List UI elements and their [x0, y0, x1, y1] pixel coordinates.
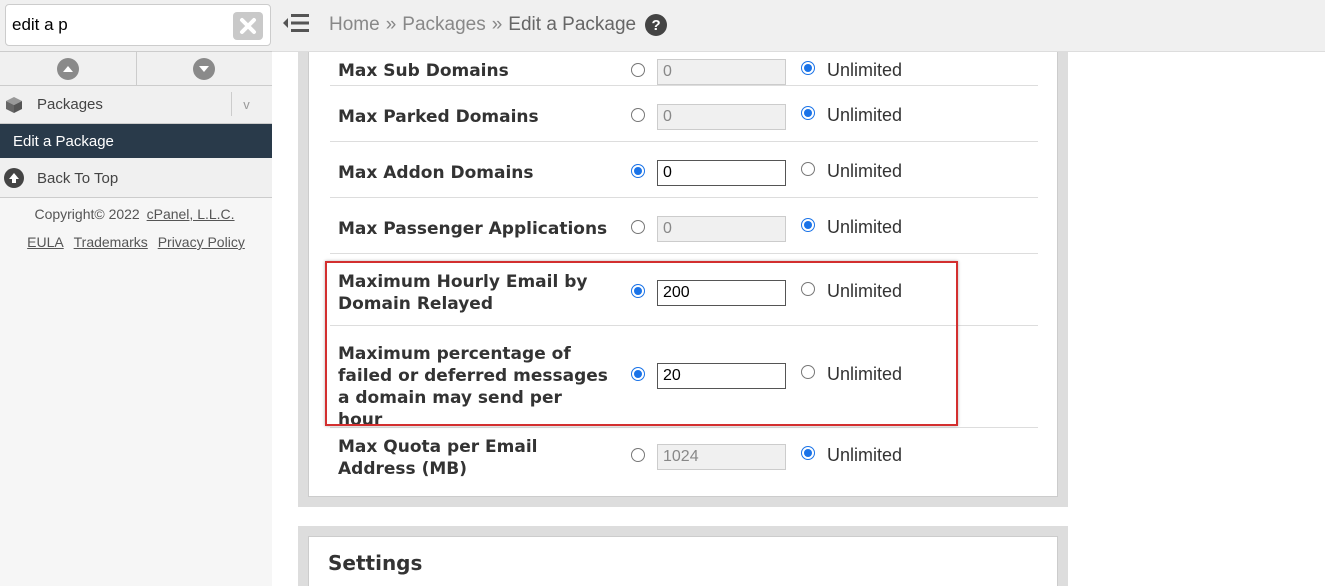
breadcrumb-separator: » — [385, 14, 397, 35]
sidebar-item-edit-package[interactable]: Edit a Package — [0, 124, 272, 158]
value-radio[interactable] — [631, 448, 645, 462]
close-icon — [240, 18, 256, 34]
value-radio[interactable] — [631, 367, 645, 381]
resource-row: Max Sub Domains 0 Unlimited — [330, 52, 1038, 86]
resource-row: Maximum percentage of failed or deferred… — [330, 326, 1038, 430]
breadcrumb: Home » Packages » Edit a Package ? — [329, 14, 668, 36]
help-icon[interactable]: ? — [645, 14, 668, 36]
resource-label: Max Quota per Email Address (MB) — [338, 437, 538, 479]
breadcrumb-packages[interactable]: Packages — [402, 14, 485, 36]
search-bar — [0, 0, 272, 52]
resource-label: Max Addon Domains — [338, 163, 534, 183]
settings-panel: Settings — [308, 536, 1058, 586]
search-input[interactable] — [5, 4, 271, 46]
unlimited-label: Unlimited — [827, 445, 903, 465]
cpanel-link[interactable]: cPanel, L.L.C. — [147, 206, 235, 222]
page-title: Edit a Package — [508, 14, 637, 35]
breadcrumb-home[interactable]: Home — [329, 14, 380, 36]
clear-search-button[interactable] — [233, 12, 263, 40]
breadcrumb-separator: » — [491, 14, 503, 35]
value-input[interactable]: 0 — [657, 104, 786, 130]
resource-label: Max Parked Domains — [338, 107, 539, 127]
unlimited-label: Unlimited — [827, 161, 903, 181]
value-radio[interactable] — [631, 164, 645, 178]
value-radio[interactable] — [631, 108, 645, 122]
privacy-policy-link[interactable]: Privacy Policy — [158, 234, 245, 250]
unlimited-label: Unlimited — [827, 60, 903, 80]
resource-label: Max Sub Domains — [338, 61, 509, 81]
unlimited-radio[interactable] — [801, 365, 815, 379]
resource-row: Maximum Hourly Email by Domain Relayed 20… — [330, 254, 1038, 326]
resource-row: Max Passenger Applications 0 Unlimited — [330, 198, 1038, 254]
chevron-up-icon — [56, 57, 79, 80]
menu-collapse-icon[interactable] — [282, 11, 310, 35]
unlimited-radio[interactable] — [801, 218, 815, 232]
top-bar: Home » Packages » Edit a Package ? — [272, 0, 1325, 52]
value-input[interactable]: 0 — [657, 216, 786, 242]
chevron-down-icon[interactable]: v — [231, 92, 261, 116]
resource-row: Max Quota per Email Address (MB) 1024 Unli… — [330, 428, 1038, 484]
trademarks-link[interactable]: Trademarks — [74, 234, 148, 250]
unlimited-radio[interactable] — [801, 61, 815, 75]
sidebar-item-packages[interactable]: Packages v — [0, 86, 272, 124]
back-to-top-link[interactable]: Back To Top — [0, 158, 272, 198]
chevron-down-icon — [193, 57, 216, 80]
unlimited-label: Unlimited — [827, 281, 903, 301]
value-radio[interactable] — [631, 63, 645, 77]
unlimited-radio[interactable] — [801, 446, 815, 460]
arrow-up-icon — [4, 168, 24, 188]
back-to-top-label: Back To Top — [37, 170, 119, 187]
scroll-up-button[interactable] — [0, 52, 137, 85]
package-icon — [6, 97, 22, 113]
unlimited-label: Unlimited — [827, 217, 903, 237]
nav-arrows — [0, 52, 272, 86]
value-input[interactable]: 0 — [657, 59, 786, 85]
value-radio[interactable] — [631, 220, 645, 234]
value-input[interactable]: 0 — [657, 160, 786, 186]
eula-link[interactable]: EULA — [27, 234, 64, 250]
sidebar: Packages v Edit a Package Back To Top Co… — [0, 0, 272, 586]
value-input[interactable]: 1024 — [657, 444, 786, 470]
resource-row: Max Parked Domains 0 Unlimited — [330, 86, 1038, 142]
unlimited-label: Unlimited — [827, 105, 903, 125]
resource-row: Max Addon Domains 0 Unlimited — [330, 142, 1038, 198]
resource-label: Max Passenger Applications — [338, 219, 608, 239]
unlimited-radio[interactable] — [801, 162, 815, 176]
unlimited-radio[interactable] — [801, 282, 815, 296]
sidebar-item-label: Packages — [37, 96, 103, 113]
unlimited-radio[interactable] — [801, 106, 815, 120]
settings-heading: Settings — [328, 551, 423, 575]
copyright: Copyright© 2022 cPanel, L.L.C. — [34, 206, 235, 222]
resource-label: Maximum percentage of failed or deferred… — [338, 344, 608, 430]
footer-links: EULA Trademarks Privacy Policy — [0, 234, 272, 250]
value-input[interactable]: 20 — [657, 363, 786, 389]
sidebar-item-label: Edit a Package — [13, 132, 114, 150]
scroll-down-button[interactable] — [136, 52, 272, 85]
unlimited-label: Unlimited — [827, 364, 903, 384]
value-input[interactable]: 200 — [657, 280, 786, 306]
value-radio[interactable] — [631, 284, 645, 298]
resource-label: Maximum Hourly Email by Domain Relayed — [338, 272, 588, 314]
